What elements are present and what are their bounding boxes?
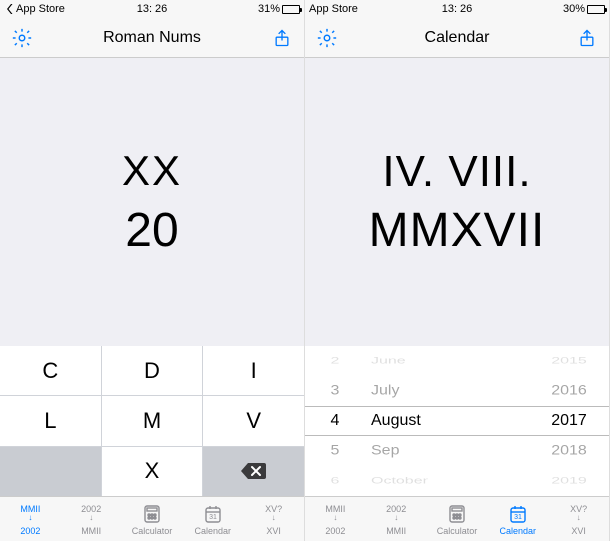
tab-guess[interactable]: XV?↓ XVI bbox=[243, 497, 304, 541]
key-m[interactable]: M bbox=[102, 396, 203, 445]
calendar-icon: 31 bbox=[508, 503, 528, 525]
key-c[interactable]: C bbox=[0, 346, 101, 395]
tab-bar: MMII↓ 2002 2002↓ MMII Calculator 31 Cale… bbox=[305, 496, 609, 541]
battery-percent: 31% bbox=[258, 3, 280, 15]
tab-calendar[interactable]: 31 Calendar bbox=[487, 497, 548, 541]
picker-day-column[interactable]: 2 3 4 5 6 bbox=[305, 346, 365, 496]
tab-roman-to-arabic[interactable]: MMII↓ 2002 bbox=[305, 497, 366, 541]
key-x[interactable]: X bbox=[102, 447, 203, 496]
share-icon[interactable] bbox=[575, 26, 599, 50]
key-empty bbox=[0, 447, 101, 496]
key-v[interactable]: V bbox=[203, 396, 304, 445]
back-icon[interactable] bbox=[4, 4, 14, 14]
status-time: 13: 26 bbox=[137, 3, 168, 15]
display-area: XX 20 bbox=[0, 58, 304, 346]
picker-month-selected: August bbox=[365, 406, 529, 436]
battery-icon bbox=[587, 5, 605, 14]
tab-label: Calendar bbox=[500, 526, 537, 536]
roman-date-line2: MMXVII bbox=[369, 203, 546, 258]
tab-label: Calculator bbox=[437, 526, 478, 536]
back-app-label[interactable]: App Store bbox=[16, 3, 65, 15]
page-title: Calendar bbox=[425, 29, 490, 47]
roman-output: XX bbox=[122, 147, 182, 195]
key-l[interactable]: L bbox=[0, 396, 101, 445]
tab-label: XVI bbox=[571, 526, 586, 536]
tab-label: Calendar bbox=[195, 526, 232, 536]
tab-bar: MMII↓ 2002 2002↓ MMII Calculator 31 Cale… bbox=[0, 496, 304, 541]
tab-calculator[interactable]: Calculator bbox=[427, 497, 488, 541]
tab-arabic-to-roman[interactable]: 2002↓ MMII bbox=[366, 497, 427, 541]
tab-label: MMII bbox=[386, 526, 406, 536]
roman-date-line1: IV. VIII. bbox=[382, 147, 531, 197]
svg-text:31: 31 bbox=[209, 514, 217, 521]
calendar-icon: 31 bbox=[203, 503, 223, 525]
gear-icon[interactable] bbox=[10, 26, 34, 50]
screenshot-roman-nums: App Store 13: 26 31% Roman Nums XX 20 C … bbox=[0, 0, 305, 541]
tab-calculator[interactable]: Calculator bbox=[122, 497, 183, 541]
battery-percent: 30% bbox=[563, 3, 585, 15]
key-i[interactable]: I bbox=[203, 346, 304, 395]
status-bar: App Store 13: 26 30% bbox=[305, 0, 609, 18]
date-picker[interactable]: 2 3 4 5 6 June July August Sep October 2… bbox=[305, 346, 609, 496]
gear-icon[interactable] bbox=[315, 26, 339, 50]
picker-month-column[interactable]: June July August Sep October bbox=[365, 346, 529, 496]
display-area: IV. VIII. MMXVII bbox=[305, 58, 609, 346]
calculator-icon bbox=[447, 503, 467, 525]
screenshot-calendar: App Store 13: 26 30% Calendar IV. VIII. … bbox=[305, 0, 610, 541]
tab-guess[interactable]: XV?↓ XVI bbox=[548, 497, 609, 541]
picker-day-selected: 4 bbox=[305, 406, 365, 436]
tab-label: XVI bbox=[266, 526, 281, 536]
nav-bar: Calendar bbox=[305, 18, 609, 58]
key-d[interactable]: D bbox=[102, 346, 203, 395]
tab-label: MMII bbox=[81, 526, 101, 536]
tab-roman-to-arabic[interactable]: MMII↓ 2002 bbox=[0, 497, 61, 541]
svg-text:31: 31 bbox=[514, 514, 522, 521]
picker-year-selected: 2017 bbox=[529, 406, 609, 436]
tab-arabic-to-roman[interactable]: 2002↓ MMII bbox=[61, 497, 122, 541]
roman-keyboard: C D I L M V X bbox=[0, 346, 304, 496]
tab-label: 2002 bbox=[325, 526, 345, 536]
tab-label: Calculator bbox=[132, 526, 173, 536]
nav-bar: Roman Nums bbox=[0, 18, 304, 58]
arabic-output: 20 bbox=[125, 203, 178, 258]
status-time: 13: 26 bbox=[442, 3, 473, 15]
key-backspace[interactable] bbox=[203, 447, 304, 496]
picker-year-column[interactable]: 2015 2016 2017 2018 2019 bbox=[529, 346, 609, 496]
status-bar: App Store 13: 26 31% bbox=[0, 0, 304, 18]
tab-label: 2002 bbox=[20, 526, 40, 536]
back-app-label[interactable]: App Store bbox=[309, 3, 358, 15]
calculator-icon bbox=[142, 503, 162, 525]
tab-calendar[interactable]: 31 Calendar bbox=[182, 497, 243, 541]
share-icon[interactable] bbox=[270, 26, 294, 50]
battery-icon bbox=[282, 5, 300, 14]
page-title: Roman Nums bbox=[103, 29, 201, 47]
